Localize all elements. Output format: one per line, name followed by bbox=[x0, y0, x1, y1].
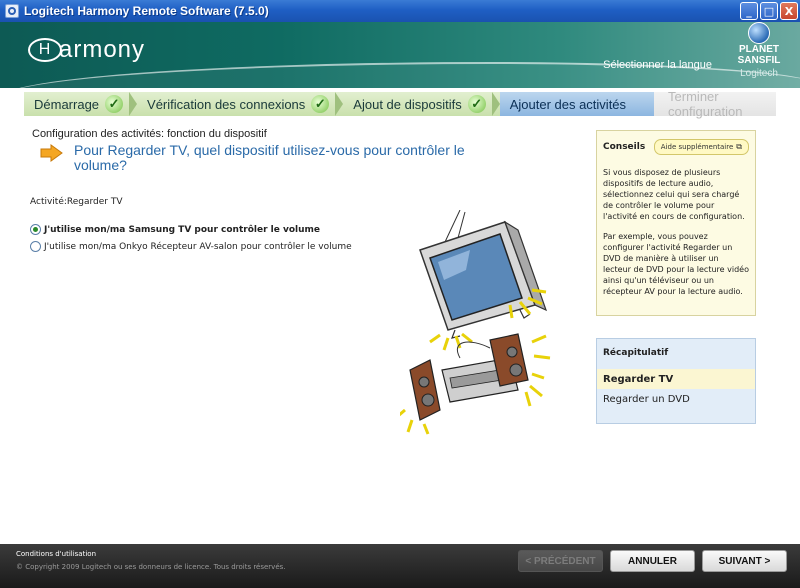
step-demarrage: Démarrage ✓ bbox=[24, 92, 138, 116]
summary-panel: Récapitulatif Regarder TV Regarder un DV… bbox=[596, 338, 756, 424]
app-header: H armony Sélectionner la langue PLANET S… bbox=[0, 22, 800, 88]
tips-paragraph: Par exemple, vous pouvez configurer l'ac… bbox=[603, 232, 749, 296]
language-link[interactable]: Sélectionner la langue bbox=[603, 59, 712, 71]
wizard-steps: Démarrage ✓ Vérification des connexions … bbox=[24, 89, 776, 119]
step-label: Ajouter des activités bbox=[509, 96, 627, 112]
watermark: PLANET SANSFIL Logitech bbox=[724, 22, 794, 79]
summary-title: Récapitulatif bbox=[603, 348, 669, 358]
radio-button[interactable] bbox=[30, 241, 41, 252]
checkmark-icon: ✓ bbox=[311, 95, 330, 113]
step-arrow-icon bbox=[335, 92, 344, 116]
summary-item-regarder-dvd: Regarder un DVD bbox=[603, 393, 690, 405]
window-title: Logitech Harmony Remote Software (7.5.0) bbox=[24, 4, 269, 18]
radio-button[interactable] bbox=[30, 224, 41, 235]
more-help-button[interactable]: Aide supplémentaire ⧉ bbox=[653, 139, 749, 155]
previous-button[interactable]: < PRÉCÉDENT bbox=[518, 550, 603, 572]
tv-stereo-illustration bbox=[400, 210, 551, 435]
step-label: Terminer configuration bbox=[668, 89, 743, 119]
minimize-button[interactable]: _ bbox=[740, 2, 758, 20]
close-button[interactable]: X bbox=[780, 2, 798, 20]
step-ajouter-activites: Ajouter des activités bbox=[499, 92, 655, 116]
watermark-line2: SANSFIL bbox=[737, 55, 781, 66]
option-onkyo-receiver[interactable]: J'utilise mon/ma Onkyo Récepteur AV-salo… bbox=[30, 241, 352, 252]
activity-label: Activité:Regarder TV bbox=[30, 197, 123, 207]
step-label: Ajout de dispositifs bbox=[353, 96, 462, 112]
cancel-button[interactable]: ANNULER bbox=[610, 550, 695, 572]
tips-panel: Conseils Aide supplémentaire ⧉ Si vous d… bbox=[596, 130, 756, 316]
terms-link[interactable]: Conditions d'utilisation bbox=[16, 550, 96, 558]
arrow-right-icon bbox=[40, 144, 63, 162]
harmony-logo: H armony bbox=[28, 36, 145, 64]
option-label: J'utilise mon/ma Samsung TV pour contrôl… bbox=[44, 224, 320, 235]
brand-logitech: Logitech bbox=[740, 68, 778, 79]
tv-icon bbox=[419, 210, 548, 351]
globe-icon bbox=[748, 22, 770, 44]
step-label: Démarrage bbox=[34, 96, 100, 112]
checkmark-icon: ✓ bbox=[467, 95, 486, 113]
copyright-text: © Copyright 2009 Logitech ou ses donneur… bbox=[16, 563, 286, 571]
summary-item-regarder-tv: Regarder TV bbox=[597, 369, 755, 389]
tips-body: Si vous disposez de plusieurs dispositif… bbox=[597, 161, 755, 297]
section-title: Configuration des activités: fonction du… bbox=[32, 128, 267, 140]
option-samsung-tv[interactable]: J'utilise mon/ma Samsung TV pour contrôl… bbox=[30, 224, 320, 235]
title-bar: Logitech Harmony Remote Software (7.5.0)… bbox=[0, 0, 800, 22]
maximize-button[interactable]: □ bbox=[760, 2, 778, 20]
tips-title: Conseils bbox=[603, 142, 646, 152]
window-controls: _ □ X bbox=[740, 2, 798, 20]
tips-paragraph: Si vous disposez de plusieurs dispositif… bbox=[603, 168, 745, 221]
step-arrow-icon bbox=[129, 92, 138, 116]
step-verification: Vérification des connexions ✓ bbox=[137, 92, 344, 116]
checkmark-icon: ✓ bbox=[105, 95, 124, 113]
logo-text: armony bbox=[59, 36, 146, 63]
option-label: J'utilise mon/ma Onkyo Récepteur AV-salo… bbox=[44, 241, 352, 252]
step-label: Vérification des connexions bbox=[147, 96, 306, 112]
next-button[interactable]: SUIVANT > bbox=[702, 550, 787, 572]
watermark-line1: PLANET bbox=[739, 44, 779, 55]
logo-letter: H bbox=[28, 38, 62, 62]
step-arrow-icon bbox=[491, 92, 500, 116]
app-icon bbox=[5, 4, 19, 18]
step-terminer: Terminer configuration bbox=[654, 89, 776, 119]
step-ajout-dispositifs: Ajout de dispositifs ✓ bbox=[343, 92, 500, 116]
stereo-icon bbox=[400, 333, 551, 435]
tips-header: Conseils Aide supplémentaire ⧉ bbox=[597, 131, 755, 161]
page-question: Pour Regarder TV, quel dispositif utilis… bbox=[74, 142, 465, 173]
more-help-label: Aide supplémentaire bbox=[660, 143, 734, 151]
external-link-icon: ⧉ bbox=[736, 142, 742, 151]
